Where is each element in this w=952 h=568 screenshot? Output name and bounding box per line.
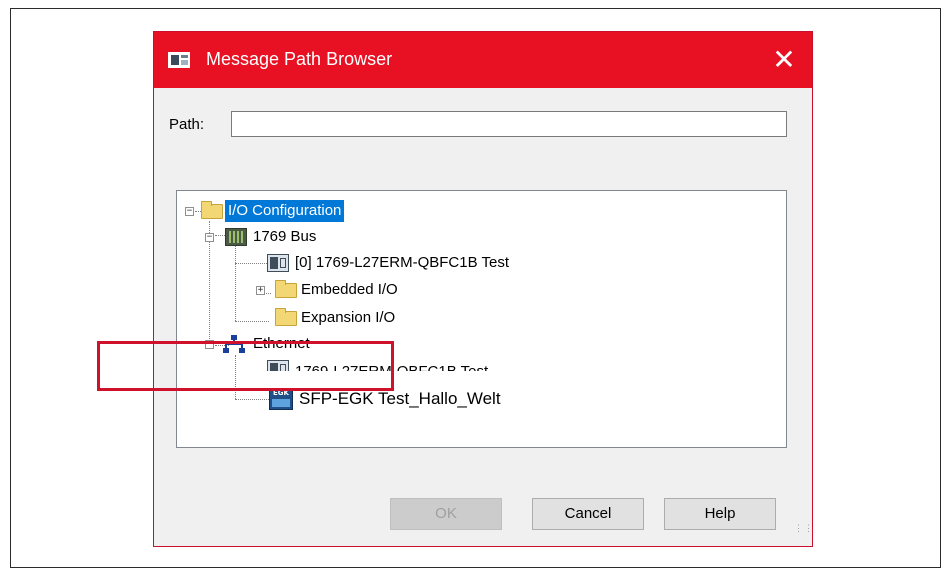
module-icon [267,360,289,371]
ok-button[interactable]: OK [390,498,502,530]
folder-icon [275,308,297,326]
tree-item-label: Embedded I/O [301,281,398,298]
dialog-title: Message Path Browser [206,49,393,69]
rack-icon [225,228,247,246]
cancel-button[interactable]: Cancel [532,498,644,530]
app-icon [168,52,190,68]
resize-grip-icon[interactable]: ⋮⋮ [794,524,813,540]
tree-item-expansion-io[interactable]: Expansion I/O [177,307,577,329]
tree-item-label: Ethernet [253,335,310,352]
folder-icon [201,201,223,219]
tree-item-io-configuration[interactable]: − I/O Configuration [177,200,577,222]
tree-item-embedded-io[interactable]: + Embedded I/O [177,279,577,301]
collapse-icon[interactable]: − [205,340,214,349]
egk-device-icon: EGK [269,388,293,410]
tree-item-label: 1769 Bus [253,228,317,245]
collapse-icon[interactable]: − [205,233,214,242]
tree-item-1769-bus[interactable]: − 1769 Bus [177,226,577,248]
tree-item-label: [0] 1769-L27ERM-QBFC1B Test [295,254,509,271]
help-button[interactable]: Help [664,498,776,530]
path-label: Path: [169,116,205,133]
path-input[interactable] [231,111,787,137]
expand-icon[interactable]: + [256,286,265,295]
title-bar[interactable]: Message Path Browser ✕ [154,32,812,88]
tree-item-ethernet[interactable]: − Ethernet [177,333,577,355]
path-tree[interactable]: − I/O Configuration − 1769 Bus [0] 1769-… [176,190,787,448]
tree-item-label: I/O Configuration [225,200,345,222]
message-path-browser-dialog: Message Path Browser ✕ Path: − I/O Confi… [153,31,813,547]
tree-item-sfp-egk[interactable]: EGK SFP-EGK Test_Hallo_Welt [177,385,597,413]
egk-icon-text: EGK [273,389,289,397]
close-icon[interactable]: ✕ [764,42,804,78]
tree-item-controller[interactable]: [0] 1769-L27ERM-QBFC1B Test [177,252,597,274]
collapse-icon[interactable]: − [185,207,194,216]
module-icon [267,254,289,272]
network-icon [223,335,245,353]
tree-item-label: 1769-L27ERM-QBFC1B Test [292,361,491,371]
folder-icon [275,280,297,298]
tree-item-label: Expansion I/O [301,309,396,326]
tree-item-controller-ethernet[interactable]: 1769-L27ERM-QBFC1B Test [177,357,597,371]
tree-item-label: SFP-EGK Test_Hallo_Welt [299,389,501,408]
